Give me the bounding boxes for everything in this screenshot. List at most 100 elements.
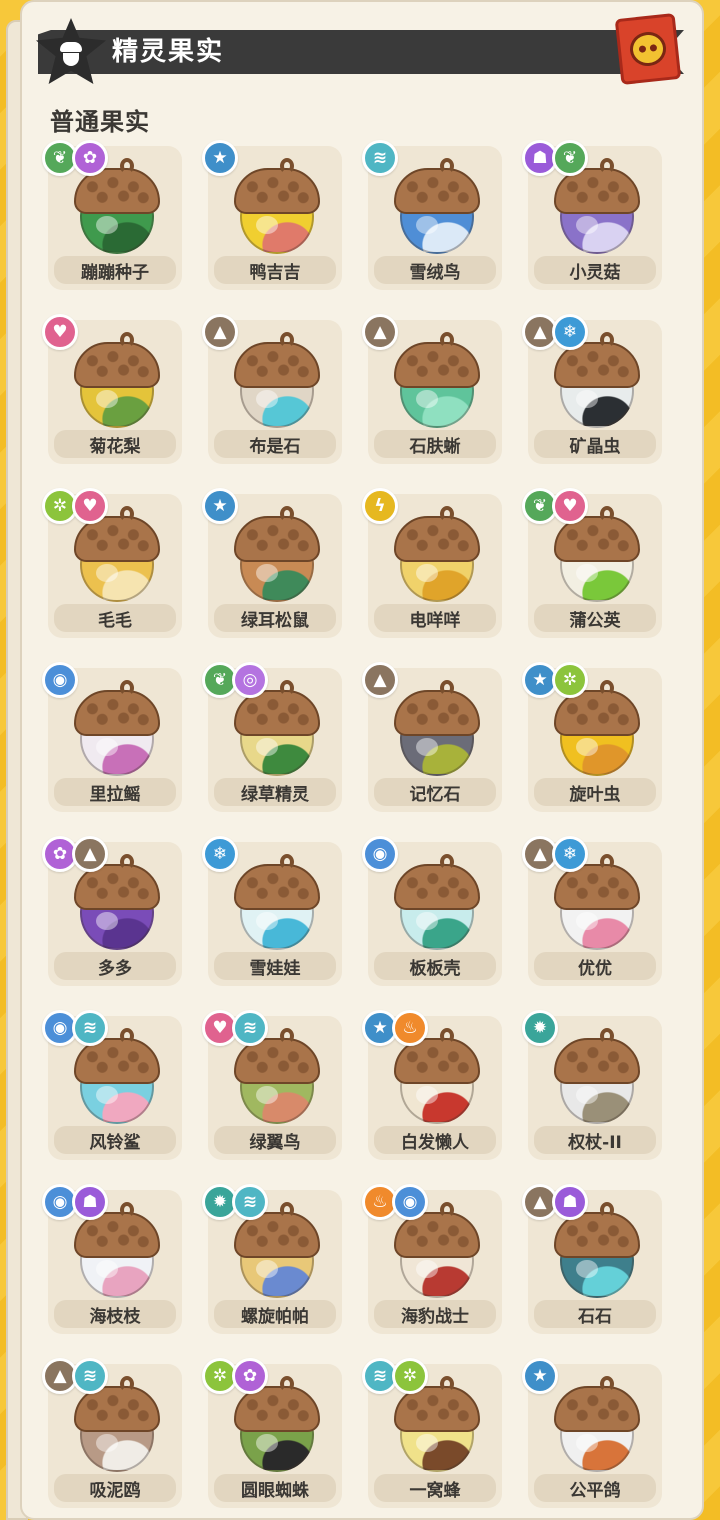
- fruit-card[interactable]: ≋ 雪绒鸟: [362, 140, 502, 290]
- fruit-card[interactable]: ❦ ♥ 蒲公英: [522, 488, 662, 638]
- fruit-card[interactable]: ♥ 菊花梨: [42, 314, 182, 464]
- fruit-acorn-icon: [234, 332, 320, 428]
- fruit-acorn-icon: [554, 1376, 640, 1472]
- fruit-name: 多多: [54, 952, 176, 980]
- fruit-name: 电咩咩: [374, 604, 496, 632]
- fruit-name: 布是石: [214, 430, 336, 458]
- fruit-name: 吸泥鸥: [54, 1474, 176, 1502]
- fruit-card[interactable]: ♨ ◉ 海豹战士: [362, 1184, 502, 1334]
- acorn-stem: [280, 1028, 294, 1044]
- fruit-card[interactable]: ≋ ✲ 一窝蜂: [362, 1358, 502, 1508]
- fruit-card[interactable]: ✹ 权杖-II: [522, 1010, 662, 1160]
- type-badges: ▲: [202, 314, 238, 350]
- type-badges: ★ ♨: [362, 1010, 428, 1046]
- acorn-stem: [600, 1376, 614, 1392]
- fruit-card[interactable]: ✲ ✿ 圆眼蜘蛛: [202, 1358, 342, 1508]
- type-badges: ♨ ◉: [362, 1184, 428, 1220]
- fruit-card[interactable]: ▲ ❄ 优优: [522, 836, 662, 986]
- type-badges: ≋: [362, 140, 398, 176]
- fruit-name: 雪娃娃: [214, 952, 336, 980]
- ice-type-icon: ❄: [552, 314, 588, 350]
- fruit-name: 风铃鲨: [54, 1126, 176, 1154]
- type-badges: ◉: [42, 662, 78, 698]
- acorn-stem: [440, 854, 454, 870]
- type-badges: ★: [202, 140, 238, 176]
- fruit-name: 白发懒人: [374, 1126, 496, 1154]
- fruit-name: 板板壳: [374, 952, 496, 980]
- acorn-stem: [440, 506, 454, 522]
- type-badges: ☗ ❦: [522, 140, 588, 176]
- fruit-card[interactable]: ❦ ✿ 蹦蹦种子: [42, 140, 182, 290]
- fruit-card[interactable]: ◉ ☗ 海枝枝: [42, 1184, 182, 1334]
- fruit-name: 石肤蜥: [374, 430, 496, 458]
- water-type-icon: ◉: [362, 836, 398, 872]
- acorn-cap: [234, 168, 320, 214]
- fruit-card[interactable]: ▲ 记忆石: [362, 662, 502, 812]
- acorn-stem: [280, 506, 294, 522]
- fruit-name: 海枝枝: [54, 1300, 176, 1328]
- wind-type-icon: ≋: [72, 1010, 108, 1046]
- fruit-name: 蹦蹦种子: [54, 256, 176, 284]
- ghost-type-icon: ☗: [552, 1184, 588, 1220]
- type-badges: ▲: [362, 662, 398, 698]
- fruit-card[interactable]: ★ 鸭吉吉: [202, 140, 342, 290]
- acorn-stem: [120, 854, 134, 870]
- fruit-name: 记忆石: [374, 778, 496, 806]
- fruit-card[interactable]: ♥ ≋ 绿翼鸟: [202, 1010, 342, 1160]
- fruit-card[interactable]: ✹ ≋ 螺旋帕帕: [202, 1184, 342, 1334]
- fruit-card[interactable]: ✿ ▲ 多多: [42, 836, 182, 986]
- type-badges: ❦ ✿: [42, 140, 108, 176]
- acorn-stem: [600, 680, 614, 696]
- acorn-cap: [394, 342, 480, 388]
- fruit-card[interactable]: ❄ 雪娃娃: [202, 836, 342, 986]
- acorn-cap: [234, 864, 320, 910]
- type-badges: ❦ ♥: [522, 488, 588, 524]
- fruit-card[interactable]: ✲ ♥ 毛毛: [42, 488, 182, 638]
- fruit-card[interactable]: ▲ ❄ 矿晶虫: [522, 314, 662, 464]
- type-badges: ◉ ☗: [42, 1184, 108, 1220]
- fruit-name: 矿晶虫: [534, 430, 656, 458]
- acorn-cap: [394, 516, 480, 562]
- acorn-cap: [394, 168, 480, 214]
- fruit-card[interactable]: ϟ 电咩咩: [362, 488, 502, 638]
- fruit-card[interactable]: ★ 公平鸽: [522, 1358, 662, 1508]
- fruit-card[interactable]: ★ ♨ 白发懒人: [362, 1010, 502, 1160]
- acorn-stem: [600, 1028, 614, 1044]
- acorn-stem: [600, 1202, 614, 1218]
- fruit-card[interactable]: ◉ ≋ 风铃鲨: [42, 1010, 182, 1160]
- fruit-collection-panel: 精灵果实 普通果实 ❦ ✿ 蹦蹦种子 ★ 鸭吉吉 ≋ 雪绒鸟 ☗ ❦ 小灵菇 ♥ 菊花梨 ▲ 布是石 ▲ 石肤…: [20, 0, 704, 1520]
- grass-type-icon: ❦: [552, 140, 588, 176]
- fruit-name: 雪绒鸟: [374, 256, 496, 284]
- fruit-card[interactable]: ◉ 里拉鳐: [42, 662, 182, 812]
- panel-header: 精灵果实: [32, 13, 694, 85]
- wind-type-icon: ≋: [232, 1184, 268, 1220]
- acorn-cap: [554, 1386, 640, 1432]
- fruit-acorn-icon: [554, 1028, 640, 1124]
- ghost-type-icon: ☗: [72, 1184, 108, 1220]
- heart-type-icon: ♥: [42, 314, 78, 350]
- bug-type-icon: ✲: [552, 662, 588, 698]
- acorn-stem: [120, 1376, 134, 1392]
- fruit-card[interactable]: ◉ 板板壳: [362, 836, 502, 986]
- fruit-grid: ❦ ✿ 蹦蹦种子 ★ 鸭吉吉 ≋ 雪绒鸟 ☗ ❦ 小灵菇 ♥ 菊花梨 ▲ 布是石 ▲ 石肤蜥 ▲ ❄ 矿晶虫 ✲ ♥ 毛毛…: [42, 140, 662, 1508]
- fruit-card[interactable]: ▲ ≋ 吸泥鸥: [42, 1358, 182, 1508]
- fruit-name: 菊花梨: [54, 430, 176, 458]
- fruit-card[interactable]: ★ ✲ 旋叶虫: [522, 662, 662, 812]
- rock-type-icon: ▲: [72, 836, 108, 872]
- acorn-stem: [280, 1376, 294, 1392]
- fruit-card[interactable]: ▲ 布是石: [202, 314, 342, 464]
- fruit-acorn-icon: [234, 158, 320, 254]
- fruit-acorn-icon: [234, 506, 320, 602]
- fruit-name: 公平鸽: [534, 1474, 656, 1502]
- type-badges: ❄: [202, 836, 238, 872]
- fruit-card[interactable]: ▲ ☗ 石石: [522, 1184, 662, 1334]
- type-badges: ▲ ≋: [42, 1358, 108, 1394]
- fruit-card[interactable]: ❦ ◎ 绿草精灵: [202, 662, 342, 812]
- type-badges: ≋ ✲: [362, 1358, 428, 1394]
- fruit-card[interactable]: ☗ ❦ 小灵菇: [522, 140, 662, 290]
- fruit-card[interactable]: ★ 绿耳松鼠: [202, 488, 342, 638]
- wind-type-icon: ≋: [72, 1358, 108, 1394]
- heart-type-icon: ♥: [552, 488, 588, 524]
- bear-badge-icon[interactable]: [614, 13, 682, 85]
- fruit-card[interactable]: ▲ 石肤蜥: [362, 314, 502, 464]
